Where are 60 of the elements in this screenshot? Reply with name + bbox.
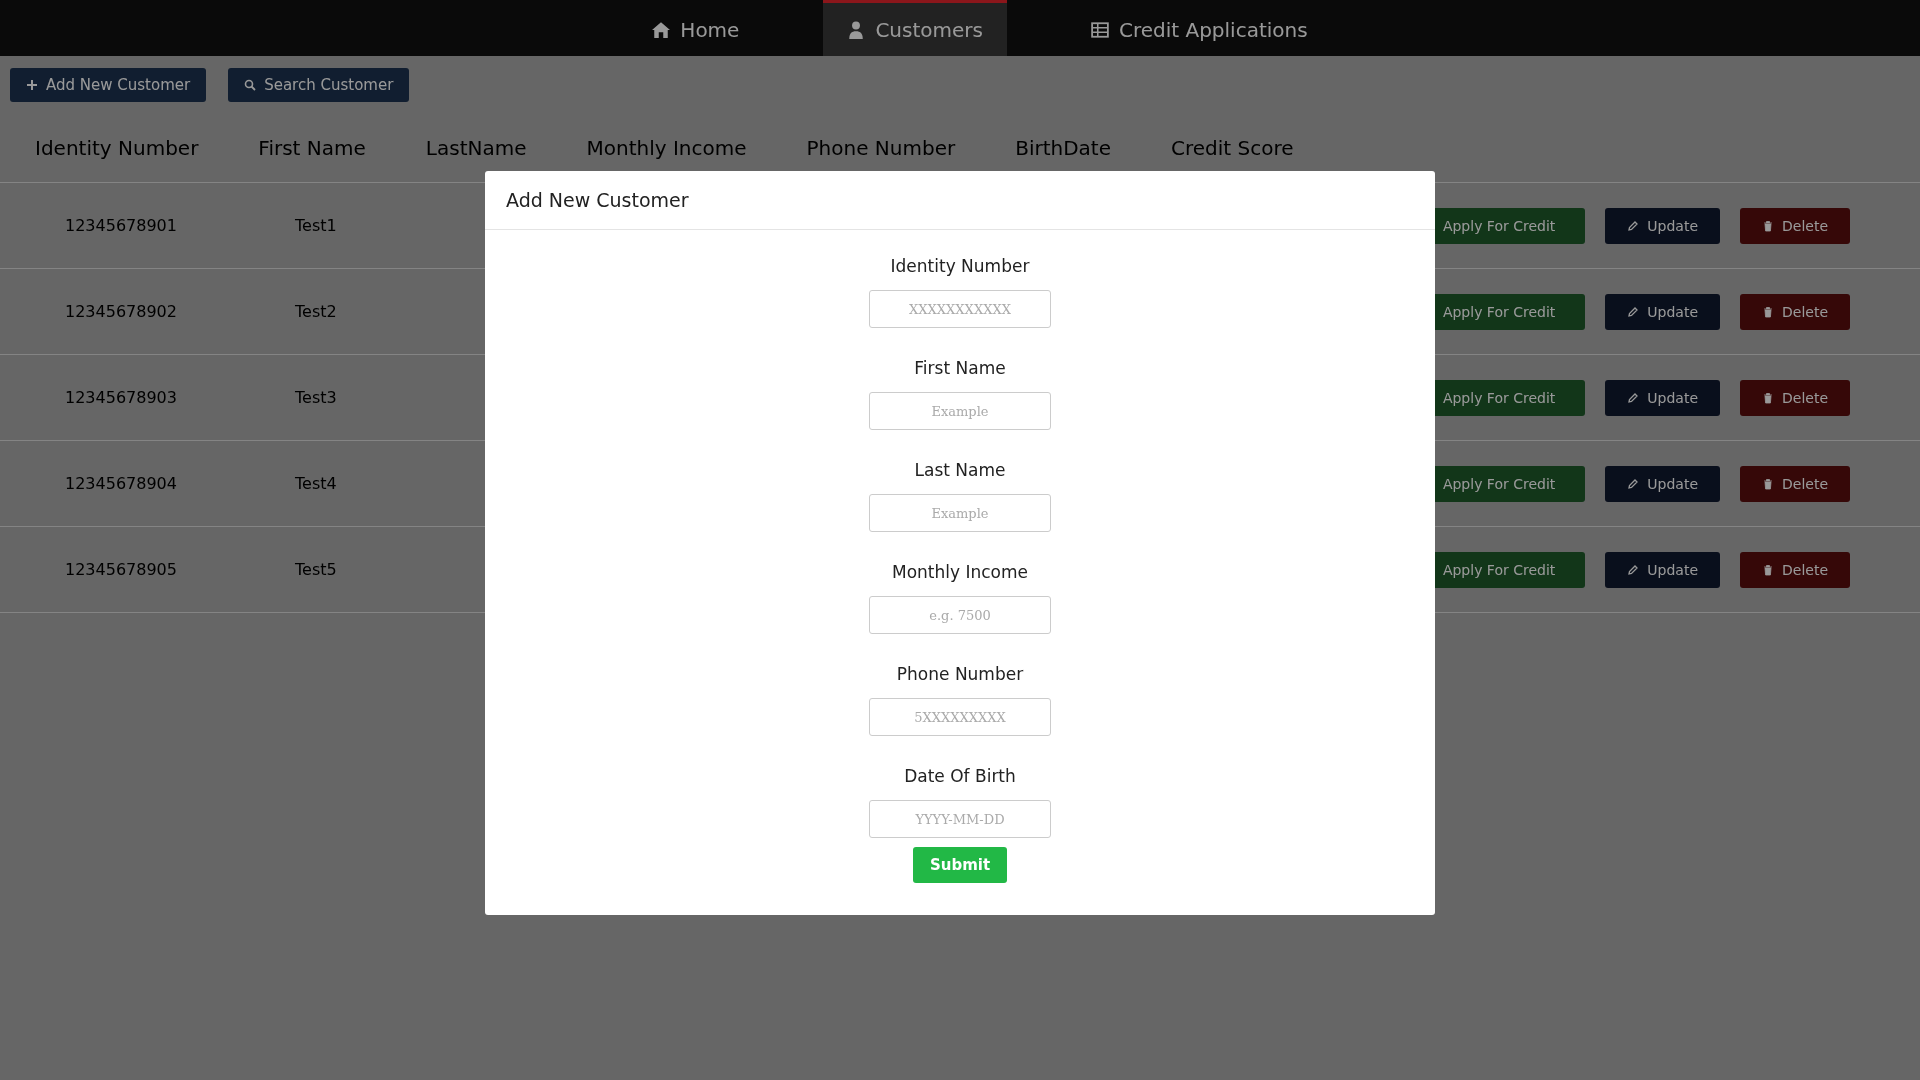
input-field[interactable]: XXXXXXXXXXX [869, 290, 1051, 328]
pencil-icon [1627, 219, 1640, 232]
nav-tab[interactable]: Customers [823, 0, 1007, 56]
table-cell-text: 12345678902 [65, 302, 178, 321]
table-cell: Test4 [295, 474, 337, 493]
pencil-icon [1627, 477, 1640, 490]
table-cell-text: 12345678903 [65, 388, 178, 407]
nav-tab[interactable]: Credit Applications [1067, 0, 1332, 56]
row-action-button[interactable]: Delete [1740, 551, 1850, 588]
input-field[interactable]: YYYY-MM-DD [869, 800, 1051, 838]
row-action-button[interactable]: Delete [1740, 293, 1850, 330]
trash-icon [1762, 305, 1774, 318]
row-action-button[interactable]: Delete [1740, 379, 1850, 416]
trash-icon [1762, 477, 1774, 490]
table-cell-text: 12345678901 [65, 216, 178, 235]
user-icon [847, 20, 866, 39]
field-label: Phone Number [896, 664, 1024, 684]
table-cell: Test2 [295, 302, 337, 321]
pencil-icon [1627, 305, 1640, 318]
table-cell: Test3 [295, 388, 337, 407]
column-header: Identity Number [35, 136, 199, 160]
table-cell-text: 12345678905 [65, 560, 178, 579]
search-icon [244, 79, 257, 91]
row-action-button[interactable]: Delete [1740, 465, 1850, 502]
table-cell-text: 12345678904 [65, 474, 178, 493]
toolbar-button[interactable]: Search Customer [228, 68, 410, 102]
field-label: Identity Number [890, 256, 1030, 276]
column-header: Phone Number [806, 136, 956, 160]
column-header: LastName [425, 136, 527, 160]
column-header: Monthly Income [586, 136, 747, 160]
table-icon [1091, 20, 1109, 39]
row-action-button[interactable]: Update [1605, 293, 1720, 330]
table-cell: Test5 [295, 560, 337, 579]
row-action-button[interactable]: Update [1605, 465, 1720, 502]
input-field[interactable]: 5XXXXXXXXX [869, 698, 1051, 736]
field-label: Last Name [914, 460, 1006, 480]
input-field[interactable]: Example [869, 392, 1051, 430]
row-action-button[interactable]: Update [1605, 207, 1720, 244]
pencil-icon [1627, 391, 1640, 404]
input-field[interactable]: e.g. 7500 [869, 596, 1051, 634]
column-header: BirthDate [1015, 136, 1111, 160]
table-cell: Test1 [295, 216, 337, 235]
input-field[interactable]: Example [869, 494, 1051, 532]
column-header: First Name [258, 136, 366, 160]
home-icon [652, 20, 671, 39]
toolbar-button[interactable]: Add New Customer [10, 68, 207, 102]
row-action-button[interactable]: Update [1605, 551, 1720, 588]
pencil-icon [1627, 563, 1640, 576]
modal-title: Add New Customer [506, 189, 689, 211]
trash-icon [1762, 391, 1774, 404]
plus-icon [26, 79, 38, 91]
field-label: Monthly Income [892, 562, 1028, 582]
row-action-button[interactable]: Update [1605, 379, 1720, 416]
field-label: Date Of Birth [904, 766, 1016, 786]
trash-icon [1762, 219, 1774, 232]
trash-icon [1762, 563, 1774, 576]
nav-tab[interactable]: Home [628, 0, 764, 56]
column-header: Credit Score [1171, 136, 1294, 160]
row-action-button[interactable]: Delete [1740, 207, 1850, 244]
field-label: First Name [914, 358, 1006, 378]
